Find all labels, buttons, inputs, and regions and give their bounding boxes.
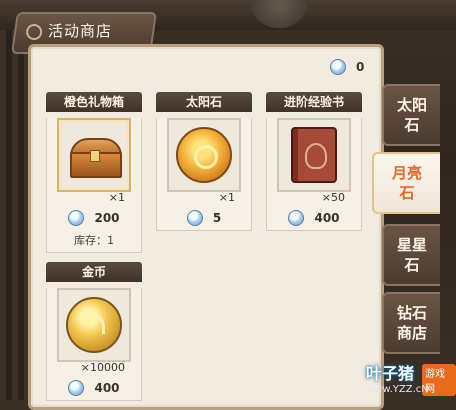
item-price: 5 — [212, 211, 222, 225]
gold-coin-icon — [66, 297, 122, 353]
shop-item-card[interactable]: 金币 ×10000 400 — [46, 262, 142, 401]
item-name: 橙色礼物箱 — [46, 92, 142, 112]
item-image-frame[interactable]: ×10000 — [57, 288, 131, 374]
item-image-frame[interactable]: ×1 — [57, 118, 131, 204]
moonstone-gem-icon — [68, 210, 85, 226]
shop-title: 活动商店 — [48, 22, 113, 40]
tab-star-stone[interactable]: 星星 石 — [382, 224, 440, 286]
price-row: 5 — [157, 210, 251, 226]
tab-moon-stone[interactable]: 月亮 石 — [372, 152, 440, 214]
tab-label: 太阳 石 — [396, 96, 427, 134]
shop-item-card[interactable]: 橙色礼物箱 ×1 200 库存：1 — [46, 92, 142, 253]
moonstone-gem-icon — [68, 380, 85, 396]
item-body: ×10000 400 — [46, 288, 142, 401]
price-row: 400 — [47, 380, 141, 396]
moonstone-gem-icon — [288, 210, 305, 226]
watermark-url: www.YZZ.cN — [366, 384, 429, 395]
sun-stone-icon — [176, 127, 232, 183]
moonstone-gem-icon — [330, 59, 346, 75]
item-quantity: ×10000 — [80, 361, 125, 374]
item-quantity: ×1 — [108, 191, 125, 204]
tab-label: 月亮 石 — [391, 164, 422, 202]
shop-item-card[interactable]: 进阶经验书 ×50 400 — [266, 92, 362, 231]
shop-item-card[interactable]: 太阳石 ×1 5 — [156, 92, 252, 231]
background-rail — [0, 0, 28, 400]
tab-diamond-shop[interactable]: 钻石 商店 — [382, 292, 440, 354]
exp-book-icon — [291, 127, 337, 183]
price-row: 200 — [47, 210, 141, 226]
watermark-brand: 叶子猪 — [366, 364, 415, 383]
tab-label: 钻石 商店 — [396, 304, 427, 342]
site-watermark: 叶子猪 游戏网 www.YZZ.cN — [362, 360, 456, 400]
currency-display: 0 — [330, 59, 364, 75]
item-image-frame[interactable]: ×50 — [277, 118, 351, 204]
item-image-frame[interactable]: ×1 — [167, 118, 241, 204]
tab-sun-stone[interactable]: 太阳 石 — [382, 84, 440, 146]
item-body: ×50 400 — [266, 118, 362, 231]
item-quantity: ×1 — [218, 191, 235, 204]
item-name: 金币 — [46, 262, 142, 282]
item-stock: 库存：1 — [74, 234, 114, 247]
price-row: 400 — [267, 210, 361, 226]
item-name: 太阳石 — [156, 92, 252, 112]
item-quantity: ×50 — [321, 191, 345, 204]
currency-value: 0 — [356, 60, 365, 74]
treasure-chest-icon — [68, 134, 122, 178]
item-price: 200 — [94, 211, 120, 225]
item-body: ×1 200 库存：1 — [46, 118, 142, 253]
item-price: 400 — [314, 211, 340, 225]
item-price: 400 — [94, 381, 120, 395]
title-ornament-icon — [26, 24, 43, 40]
moonstone-gem-icon — [186, 210, 203, 226]
item-name: 进阶经验书 — [266, 92, 362, 112]
tab-label: 星星 石 — [396, 236, 427, 274]
item-body: ×1 5 — [156, 118, 252, 231]
